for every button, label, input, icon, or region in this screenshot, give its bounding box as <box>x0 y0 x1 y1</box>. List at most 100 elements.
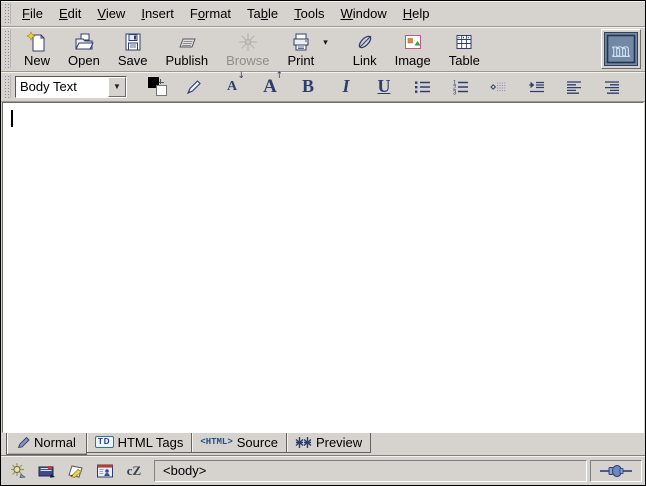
button-label: Publish <box>165 53 208 68</box>
align-left-icon <box>564 78 584 96</box>
menu-label-mnemonic: E <box>59 6 68 21</box>
arrow-down-icon: ↓ <box>237 71 245 81</box>
button-label: Print <box>287 53 314 68</box>
svg-text:m: m <box>612 38 630 62</box>
menu-label-part: le <box>268 6 278 21</box>
table-icon <box>453 31 475 53</box>
menu-file[interactable]: File <box>15 4 50 23</box>
table-button[interactable]: Table <box>440 29 489 70</box>
tab-label: Normal <box>34 435 76 450</box>
image-button[interactable]: Image <box>386 29 440 70</box>
italic-button[interactable]: I <box>334 75 358 99</box>
print-dropdown-arrow-icon[interactable]: ▾ <box>323 37 330 62</box>
menu-edit[interactable]: Edit <box>52 4 88 23</box>
button-label: New <box>24 53 50 68</box>
open-folder-icon <box>73 31 95 53</box>
menu-label-part: ools <box>301 6 325 21</box>
menu-insert[interactable]: Insert <box>134 4 181 23</box>
publish-button[interactable]: Publish <box>156 29 217 70</box>
bulleted-list-button[interactable] <box>410 75 434 99</box>
preview-icon <box>295 436 312 449</box>
decrease-font-label: A <box>227 79 237 95</box>
node-path-panel: <body> <box>154 460 587 482</box>
print-button[interactable]: Print <box>278 29 323 70</box>
button-label: Browse <box>226 53 269 68</box>
pen-icon <box>17 436 30 449</box>
image-icon <box>402 31 424 53</box>
link-icon <box>354 31 376 53</box>
text-caret <box>11 110 13 127</box>
mail-icon <box>37 463 57 479</box>
new-page-icon <box>26 31 48 53</box>
menu-view[interactable]: View <box>90 4 132 23</box>
tab-label: HTML Tags <box>118 435 184 450</box>
paragraph-format-select[interactable]: Body Text ▼ <box>15 76 127 98</box>
menubar: File Edit View Insert Format Table Tools… <box>1 1 645 27</box>
navigator-button[interactable] <box>7 461 29 481</box>
composer-button[interactable] <box>65 461 87 481</box>
save-floppy-icon <box>122 31 144 53</box>
menu-window[interactable]: Window <box>334 4 394 23</box>
numbered-list-button[interactable]: 1 2 3 <box>448 75 472 99</box>
link-button[interactable]: Link <box>344 29 386 70</box>
online-plug-icon[interactable] <box>599 464 633 478</box>
editor-canvas[interactable] <box>2 102 644 433</box>
toolbar-grippy[interactable] <box>4 30 11 68</box>
main-toolbar: New Open Save <box>1 27 645 72</box>
outdent-button[interactable] <box>486 75 510 99</box>
chevron-down-icon[interactable]: ▼ <box>108 77 126 97</box>
menu-label-part: nsert <box>145 6 174 21</box>
tab-label: Source <box>237 435 278 450</box>
edit-mode-tabbar: Normal TD HTML Tags <HTML> Source Previe… <box>1 433 645 455</box>
menu-label-part: iew <box>106 6 126 21</box>
menu-label-mnemonic: F <box>22 6 30 21</box>
mail-button[interactable] <box>36 461 58 481</box>
align-left-button[interactable] <box>562 75 586 99</box>
menu-table[interactable]: Table <box>240 4 285 23</box>
menu-label-mnemonic: H <box>403 6 412 21</box>
statusbar: cZ <body> <box>1 455 645 485</box>
tab-html-tags[interactable]: TD HTML Tags <box>86 433 192 453</box>
html-source-icon: <HTML> <box>200 437 232 447</box>
tab-source[interactable]: <HTML> Source <box>191 433 287 453</box>
increase-font-size-button[interactable]: A ↑ <box>258 75 282 99</box>
node-path-body[interactable]: <body> <box>163 463 206 478</box>
underline-button[interactable]: U <box>372 75 396 99</box>
chatzilla-button[interactable]: cZ <box>123 461 145 481</box>
save-button[interactable]: Save <box>109 29 157 70</box>
highlight-color-button[interactable] <box>182 75 206 99</box>
bold-button[interactable]: B <box>296 75 320 99</box>
underline-label: U <box>378 76 391 97</box>
toolbar-grippy[interactable] <box>4 75 11 98</box>
tab-normal[interactable]: Normal <box>6 433 87 455</box>
menu-format[interactable]: Format <box>183 4 238 23</box>
browse-icon <box>237 31 259 53</box>
background-color-swatch[interactable] <box>156 85 167 96</box>
toolbar-grippy[interactable] <box>4 3 11 24</box>
highlight-pen-icon <box>185 78 203 96</box>
navigator-icon <box>8 462 28 479</box>
print-printer-icon <box>290 31 312 53</box>
component-bar: cZ <box>4 461 151 481</box>
mozilla-logo-icon: m <box>604 32 638 66</box>
decrease-font-size-button[interactable]: A ↓ <box>220 75 244 99</box>
open-button[interactable]: Open <box>59 29 109 70</box>
button-label: Table <box>449 53 480 68</box>
align-right-button[interactable] <box>600 75 624 99</box>
chatzilla-icon: cZ <box>127 463 141 479</box>
indent-button[interactable] <box>524 75 548 99</box>
new-button[interactable]: New <box>15 29 59 70</box>
arrow-up-icon: ↑ <box>275 71 283 81</box>
menu-tools[interactable]: Tools <box>287 4 331 23</box>
mozilla-logo-button[interactable]: m <box>601 29 641 69</box>
numbered-list-icon: 1 2 3 <box>450 78 470 96</box>
button-label: Image <box>395 53 431 68</box>
menu-label-mnemonic: V <box>97 6 105 21</box>
button-label: Save <box>118 53 148 68</box>
menu-label-mnemonic: o <box>198 6 205 21</box>
menu-help[interactable]: Help <box>396 4 437 23</box>
menu-label-mnemonic: b <box>261 6 268 21</box>
text-color-picker[interactable] <box>147 76 169 98</box>
address-book-button[interactable] <box>94 461 116 481</box>
tab-preview[interactable]: Preview <box>286 433 371 453</box>
